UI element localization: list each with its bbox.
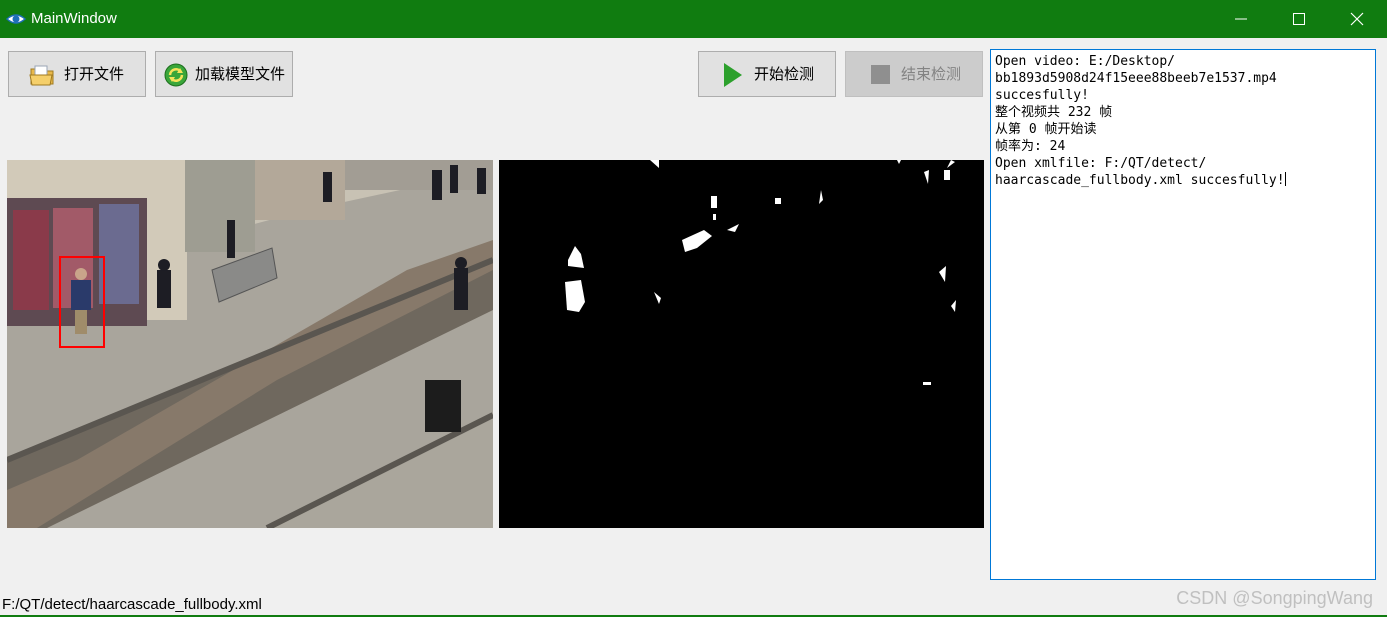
log-line: succesfully!: [995, 88, 1089, 103]
play-icon: [724, 63, 742, 87]
foreground-mask-frame: [499, 160, 984, 528]
log-line: 从第 0 帧开始读: [995, 122, 1097, 137]
start-detect-label: 开始检测: [754, 66, 815, 83]
minimize-button[interactable]: [1212, 0, 1270, 38]
mask-image: [499, 160, 984, 528]
minimize-icon: [1235, 18, 1247, 20]
close-button[interactable]: [1328, 0, 1386, 38]
log-line: 整个视频共 232 帧: [995, 105, 1113, 120]
video-frame: [7, 160, 493, 528]
watermark: CSDN @SongpingWang: [1176, 588, 1373, 608]
log-line: haarcascade_fullbody.xml succesfully!: [995, 172, 1371, 189]
log-line-text: haarcascade_fullbody.xml succesfully!: [995, 173, 1285, 188]
window-title: MainWindow: [31, 10, 117, 27]
stop-detect-label: 结束检测: [901, 66, 962, 83]
refresh-icon: [164, 63, 188, 87]
title-bar: MainWindow: [0, 0, 1387, 38]
log-textarea[interactable]: Open video: E:/Desktop/ bb1893d5908d24f1…: [990, 49, 1376, 580]
log-line: Open video: E:/Desktop/: [995, 54, 1176, 69]
stop-detect-button[interactable]: 结束检测: [845, 51, 983, 97]
log-line: Open xmlfile: F:/QT/detect/: [995, 156, 1207, 171]
load-model-label: 加载模型文件: [195, 66, 286, 83]
log-line: 帧率为: 24: [995, 139, 1066, 154]
eye-icon: [6, 14, 26, 24]
start-detect-button[interactable]: 开始检测: [698, 51, 836, 97]
status-text: F:/QT/detect/haarcascade_fullbody.xml: [2, 596, 262, 613]
load-model-button[interactable]: 加载模型文件: [155, 51, 293, 97]
open-file-label: 打开文件: [64, 66, 125, 83]
text-cursor: [1284, 172, 1286, 186]
close-icon: [1350, 12, 1364, 26]
log-line: bb1893d5908d24f15eee88beeb7e1537.mp4: [995, 71, 1277, 86]
stop-icon: [871, 65, 890, 84]
open-file-button[interactable]: 打开文件: [8, 51, 146, 97]
maximize-icon: [1293, 13, 1305, 25]
maximize-button[interactable]: [1270, 0, 1328, 38]
folder-icon: [29, 65, 54, 86]
street-scene-image: [7, 160, 493, 528]
